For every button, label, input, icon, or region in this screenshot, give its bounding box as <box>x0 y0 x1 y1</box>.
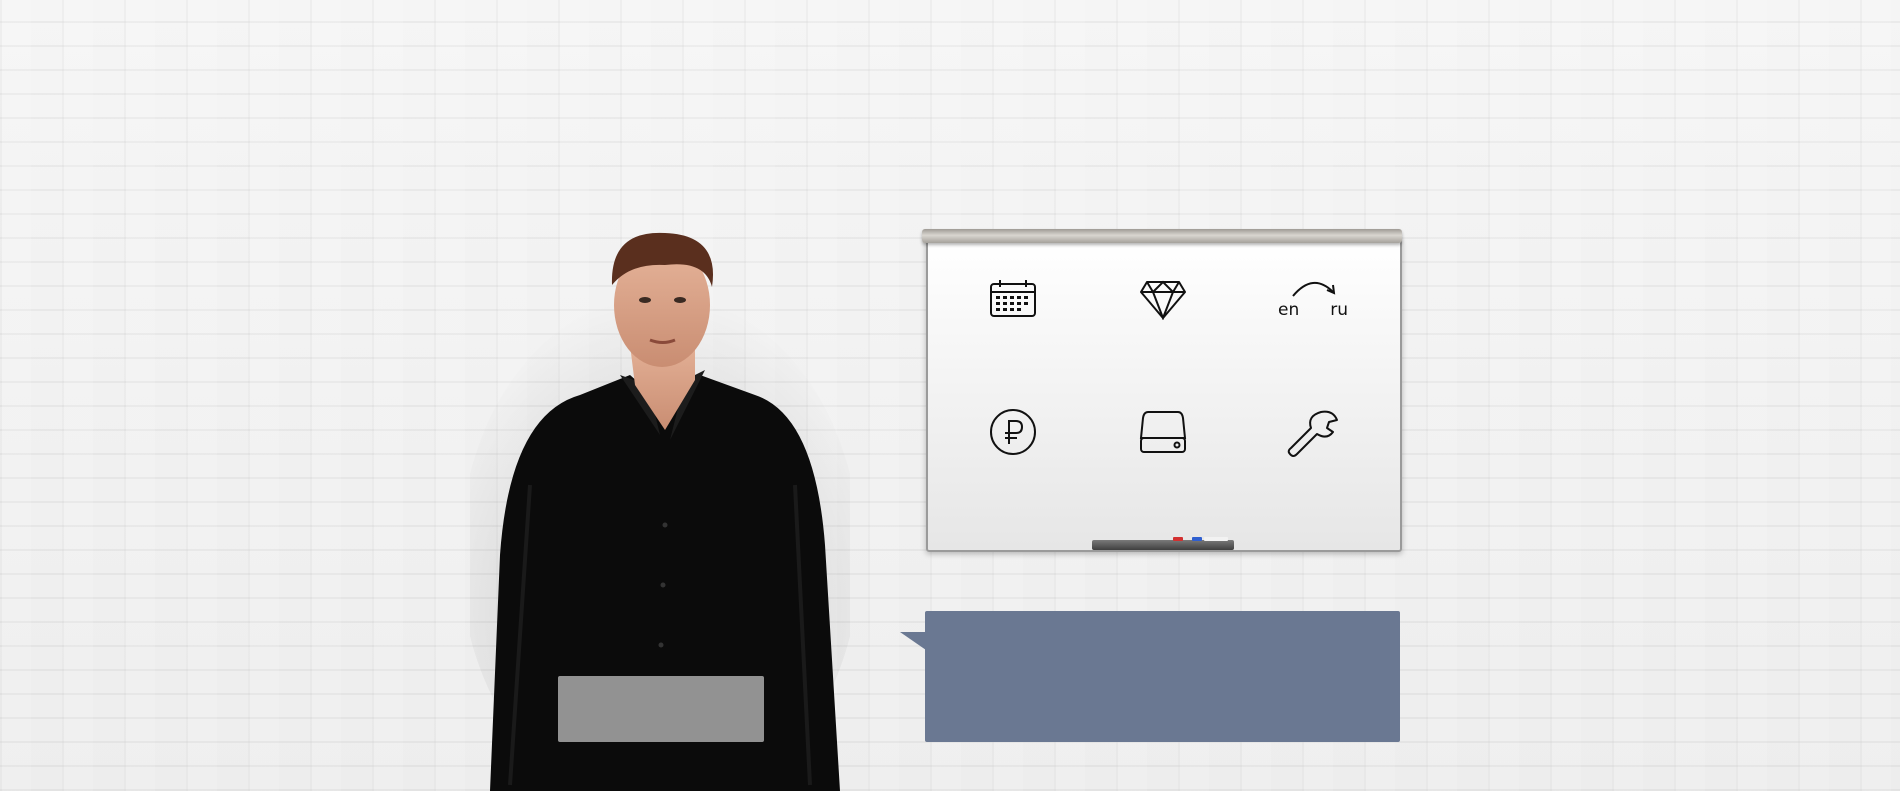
services-icon-grid: en ru <box>938 258 1388 518</box>
wrench-icon-link[interactable] <box>1238 388 1388 518</box>
marker-tray <box>1092 540 1234 550</box>
diamond-icon-link[interactable] <box>1088 258 1238 388</box>
diamond-icon <box>1140 280 1186 320</box>
hard-drive-icon <box>1139 411 1187 453</box>
calendar-icon-link[interactable] <box>938 258 1088 388</box>
calendar-icon <box>990 280 1036 317</box>
wrench-icon <box>1287 410 1338 457</box>
red-marker <box>1173 537 1183 541</box>
ruble-icon-link[interactable] <box>938 388 1088 518</box>
white-marker <box>1204 537 1228 541</box>
whiteboard-top-rail <box>922 229 1402 243</box>
language-from: en <box>1278 300 1300 320</box>
speech-bubble <box>925 611 1400 742</box>
blue-marker <box>1192 537 1202 541</box>
language-to: ru <box>1330 300 1348 320</box>
person-caption-box <box>558 676 764 742</box>
language-switch-link[interactable]: en ru <box>1238 258 1388 388</box>
curved-arrow-icon <box>1292 282 1336 297</box>
language-switch-icon: en ru <box>1278 278 1348 324</box>
hard-drive-icon-link[interactable] <box>1088 388 1238 518</box>
ruble-icon <box>990 409 1036 455</box>
speech-bubble-tail <box>900 632 926 650</box>
